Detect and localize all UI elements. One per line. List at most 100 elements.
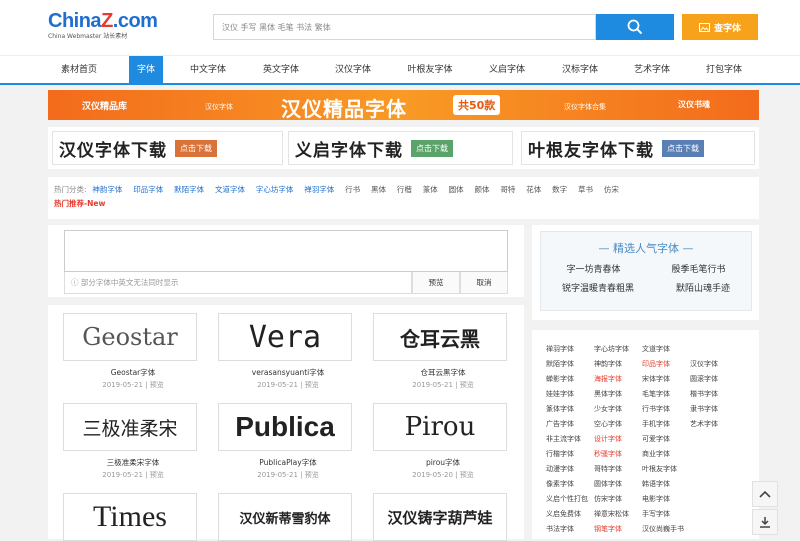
nav-item-english-fonts[interactable]: 英文字体 xyxy=(250,56,312,84)
font-preview-tag[interactable]: 预览 xyxy=(305,381,319,389)
font-card[interactable]: 三极准柔宋 三极准柔宋字体 2019-05-21 | 预览 xyxy=(63,403,203,480)
font-preview-tag[interactable]: 预览 xyxy=(460,381,474,389)
hanyi-download-button[interactable]: 点击下载 xyxy=(175,139,217,157)
font-tag-link[interactable]: 书法字体 xyxy=(546,522,594,537)
download-float-button[interactable] xyxy=(752,509,778,535)
font-tag-link[interactable]: 钢笔字体 xyxy=(594,522,642,537)
category-link[interactable]: 圆体 xyxy=(449,185,464,194)
nav-item-fonts[interactable]: 字体 xyxy=(129,56,163,84)
font-tag-link[interactable]: 动漫字体 xyxy=(546,462,594,477)
font-tag-link[interactable]: 商业字体 xyxy=(642,447,690,462)
font-tag-link[interactable]: 手写字体 xyxy=(642,507,690,522)
font-preview-tag[interactable]: 预览 xyxy=(305,471,319,479)
category-link[interactable]: 字心坊字体 xyxy=(256,185,294,194)
site-logo[interactable]: ChinaZ.com China Webmaster 站长素材 xyxy=(48,10,158,40)
category-link[interactable]: 仿宋 xyxy=(604,185,619,194)
scroll-top-button[interactable] xyxy=(752,481,778,507)
nav-item-yegenyou-fonts[interactable]: 叶根友字体 xyxy=(394,56,466,84)
font-sample-image[interactable]: Pirou xyxy=(373,403,507,451)
category-link[interactable]: 文道字体 xyxy=(215,185,245,194)
font-tag-link[interactable]: 娃娃字体 xyxy=(546,387,594,402)
category-link[interactable]: 篆体 xyxy=(423,185,438,194)
category-link[interactable]: 花体 xyxy=(526,185,541,194)
image-search-button[interactable]: 查字体 xyxy=(682,14,758,40)
font-tag-link[interactable]: 可爱字体 xyxy=(642,432,690,447)
category-link[interactable]: 默陌字体 xyxy=(174,185,204,194)
font-tag-link[interactable]: 汉仪尚巍手书 xyxy=(642,522,690,537)
font-name[interactable]: pirou字体 xyxy=(373,457,513,468)
font-preview-tag[interactable]: 预览 xyxy=(460,471,474,479)
font-tag-link[interactable]: 毛笔字体 xyxy=(642,387,690,402)
search-button[interactable] xyxy=(596,14,674,40)
nav-item-hanyi-fonts[interactable]: 汉仪字体 xyxy=(322,56,384,84)
font-tag-link[interactable]: 广告字体 xyxy=(546,417,594,432)
font-tag-link[interactable]: 蝉影字体 xyxy=(546,372,594,387)
font-preview-tag[interactable]: 预览 xyxy=(150,381,164,389)
font-tag-link[interactable]: 行书字体 xyxy=(642,402,690,417)
font-tag-link[interactable]: 默陌字体 xyxy=(546,357,594,372)
font-sample-image[interactable]: Vera xyxy=(218,313,352,361)
font-tag-link[interactable]: 圆滚字体 xyxy=(690,372,738,387)
featured-font-link[interactable]: 字一坊青春体 xyxy=(566,262,620,275)
font-tag-link[interactable]: 像素字体 xyxy=(546,477,594,492)
font-preview-tag[interactable]: 预览 xyxy=(150,471,164,479)
hot-recommend-link[interactable]: 热门推荐-New xyxy=(54,199,105,208)
font-card[interactable]: 仓耳云黑 仓耳云黑字体 2019-05-21 | 预览 xyxy=(373,313,513,390)
font-tag-link[interactable]: 汉仪字体 xyxy=(690,357,738,372)
font-tag-link[interactable]: 哥特字体 xyxy=(594,462,642,477)
yegenyou-download-button[interactable]: 点击下载 xyxy=(662,139,704,157)
font-tag-link[interactable]: 设计字体 xyxy=(594,432,642,447)
font-tag-link[interactable]: 文道字体 xyxy=(642,342,690,357)
font-tag-link[interactable]: 仿宋字体 xyxy=(594,492,642,507)
nav-item-art-fonts[interactable]: 艺术字体 xyxy=(621,56,683,84)
font-card[interactable]: 汉仪新蒂雪豹体 xyxy=(218,493,358,541)
cancel-button[interactable]: 取消 xyxy=(460,272,508,294)
category-link[interactable]: 数字 xyxy=(552,185,567,194)
font-tag-link[interactable]: 字心坊字体 xyxy=(594,342,642,357)
category-link[interactable]: 行书 xyxy=(345,185,360,194)
font-tag-link[interactable]: 隶书字体 xyxy=(690,402,738,417)
font-tag-link[interactable]: 叶根友字体 xyxy=(642,462,690,477)
font-name[interactable]: verasansyuanti字体 xyxy=(218,367,358,378)
font-tag-link[interactable]: 海报字体 xyxy=(594,372,642,387)
yegenyou-download-link[interactable]: 叶根友字体下载 点击下载 xyxy=(521,131,755,165)
promo-banner[interactable]: 汉仪精品库 汉仪字体 汉仪精品字体 共50款 汉仪字体合集 汉仪书魂 xyxy=(48,90,759,121)
font-name[interactable]: 三极准柔宋字体 xyxy=(63,457,203,468)
category-link[interactable]: 黑体 xyxy=(371,185,386,194)
font-tag-link[interactable]: 禅羽字体 xyxy=(546,342,594,357)
font-tag-link[interactable]: 电影字体 xyxy=(642,492,690,507)
font-tag-link[interactable]: 艺术字体 xyxy=(690,417,738,432)
font-tag-link[interactable]: 禅意宋松体 xyxy=(594,507,642,522)
font-tag-link[interactable]: 圆体字体 xyxy=(594,477,642,492)
font-tag-link[interactable]: 空心字体 xyxy=(594,417,642,432)
font-tag-link[interactable]: 神韵字体 xyxy=(594,357,642,372)
featured-font-link[interactable]: 锐字温暖青春粗黑 xyxy=(562,281,634,294)
font-sample-image[interactable]: Publica xyxy=(218,403,352,451)
featured-fonts-card[interactable]: — 精选人气字体 — 字一坊青春体 殷季毛笔行书 锐字温暖青春粗黑 默陌山魂手迹 xyxy=(540,231,752,311)
category-link[interactable]: 行楷 xyxy=(397,185,412,194)
nav-item-chinese-fonts[interactable]: 中文字体 xyxy=(177,56,239,84)
preview-button[interactable]: 预览 xyxy=(412,272,460,294)
category-link[interactable]: 颜体 xyxy=(475,185,490,194)
font-tag-link[interactable]: 楷书字体 xyxy=(690,387,738,402)
nav-item-hanbiao-fonts[interactable]: 汉标字体 xyxy=(549,56,611,84)
featured-font-link[interactable]: 殷季毛笔行书 xyxy=(671,262,725,275)
font-sample-image[interactable]: 汉仪铸字葫芦娃 xyxy=(373,493,507,541)
category-link[interactable]: 神韵字体 xyxy=(92,185,122,194)
font-tag-link[interactable]: 少女字体 xyxy=(594,402,642,417)
yiqi-download-button[interactable]: 点击下载 xyxy=(411,139,453,157)
font-name[interactable]: 仓耳云黑字体 xyxy=(373,367,513,378)
font-tag-link[interactable]: 宋体字体 xyxy=(642,372,690,387)
font-tag-link[interactable]: 秒骚字体 xyxy=(594,447,642,462)
font-sample-image[interactable]: Geostar xyxy=(63,313,197,361)
font-card[interactable]: Times xyxy=(63,493,203,541)
nav-item-yiqi-fonts[interactable]: 义启字体 xyxy=(476,56,538,84)
font-card[interactable]: Geostar Geostar字体 2019-05-21 | 预览 xyxy=(63,313,203,390)
search-input[interactable]: 汉仪 手写 黑体 毛笔 书法 繁体 xyxy=(213,14,596,40)
hanyi-download-link[interactable]: 汉仪字体下载 点击下载 xyxy=(52,131,283,165)
font-card[interactable]: 汉仪铸字葫芦娃 xyxy=(373,493,513,541)
font-tag-link[interactable]: 手机字体 xyxy=(642,417,690,432)
featured-font-link[interactable]: 默陌山魂手迹 xyxy=(676,281,730,294)
font-sample-image[interactable]: Times xyxy=(63,493,197,541)
nav-item-pack-fonts[interactable]: 打包字体 xyxy=(693,56,755,84)
